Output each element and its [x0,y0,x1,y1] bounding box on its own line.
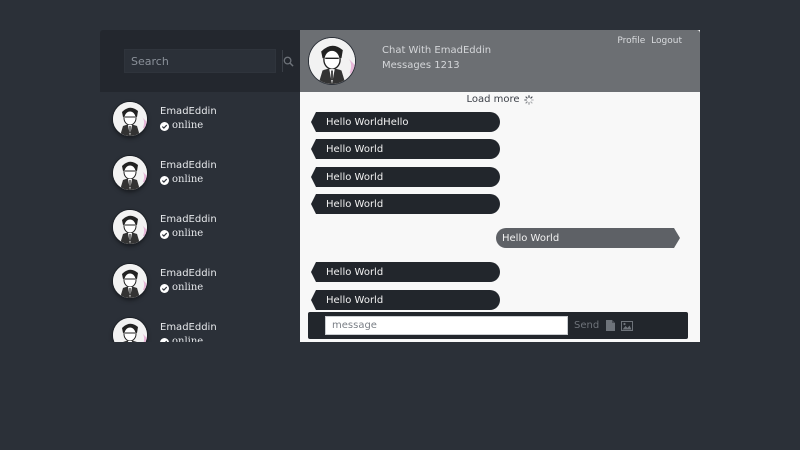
message-input[interactable] [325,316,568,335]
chat-panel: Chat With EmadEddin Messages 1213 Profil… [300,30,700,342]
search-box [124,49,294,73]
header-links: Profile Logout [614,36,682,46]
message-composer: Send [308,312,688,339]
avatar [113,102,147,136]
contact-info: EmadEddin online [160,105,217,133]
contact-info: EmadEddin online [160,267,217,295]
contact-item[interactable]: EmadEddin online [100,308,300,342]
message-bubble-incoming: Hello World [311,139,500,159]
contact-item[interactable]: EmadEddin online [100,146,300,200]
avatar [113,318,147,342]
contact-status: online [160,281,217,295]
contact-name: EmadEddin [160,160,217,171]
send-button[interactable]: Send [574,320,599,331]
check-circle-icon [160,337,169,342]
search-input[interactable] [125,50,282,72]
contact-status: online [160,227,217,241]
message-count: Messages 1213 [382,60,460,71]
contact-item[interactable]: EmadEddin online [100,254,300,308]
contact-name: EmadEddin [160,268,217,279]
contact-name: EmadEddin [160,106,217,117]
avatar [113,156,147,190]
message-bubble-incoming: Hello World [311,194,500,214]
contact-list: EmadEddin online EmadEddin online EmadEd… [100,92,300,342]
status-text: online [172,174,204,185]
avatar [113,264,147,298]
sidebar: EmadEddin online [100,30,300,342]
search-area [100,30,300,92]
chat-app: EmadEddin online [100,30,700,342]
profile-link[interactable]: Profile [617,36,645,46]
search-icon [283,56,294,67]
chat-avatar [309,38,355,84]
contact-item[interactable]: EmadEddin online [100,200,300,254]
spinner-icon [523,94,534,105]
message-bubble-incoming: Hello World [311,290,500,310]
message-bubble-incoming: Hello World [311,262,500,282]
message-bubble-incoming: Hello WorldHello [311,112,500,132]
file-icon[interactable] [606,320,616,331]
contact-name: EmadEddin [160,214,217,225]
contact-status: online [160,119,217,133]
contact-info: EmadEddin online [160,159,217,187]
check-circle-icon [160,175,169,185]
message-bubble-outgoing: Hello World [496,228,680,248]
contact-status: online [160,173,217,187]
check-circle-icon [160,121,169,131]
contact-name: EmadEddin [160,322,217,333]
contact-info: EmadEddin online [160,321,217,342]
image-icon[interactable] [621,320,634,331]
contact-info: EmadEddin online [160,213,217,241]
check-circle-icon [160,283,169,293]
status-text: online [172,336,204,342]
search-button[interactable] [282,50,294,72]
check-circle-icon [160,229,169,239]
logout-link[interactable]: Logout [651,36,682,46]
message-bubble-incoming: Hello World [311,167,500,187]
chat-header: Chat With EmadEddin Messages 1213 Profil… [300,30,700,92]
chat-title: Chat With EmadEddin [382,45,492,56]
status-text: online [172,282,204,293]
message-list: Load more Hello WorldHello Hello World H… [300,92,700,342]
load-more-button[interactable]: Load more [300,94,700,105]
avatar [113,210,147,244]
load-more-label: Load more [466,94,520,105]
status-text: online [172,228,204,239]
contact-item[interactable]: EmadEddin online [100,92,300,146]
status-text: online [172,120,204,131]
contact-status: online [160,335,217,342]
